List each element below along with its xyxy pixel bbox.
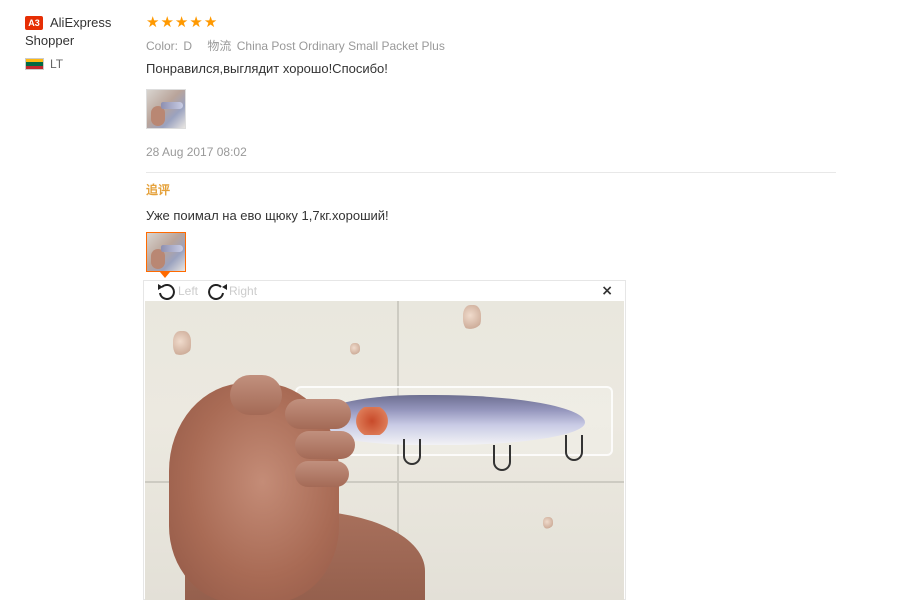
rotate-right-button[interactable]: Right — [207, 282, 257, 300]
color-value: D — [183, 39, 193, 53]
selected-thumbnail-caret-icon — [160, 272, 170, 278]
thumbnail-lure-shape — [161, 245, 183, 252]
reviewer-info: A3 AliExpress Shopper LT — [25, 14, 140, 71]
followup-label: 追评 — [146, 183, 171, 197]
review-photo-thumbnail[interactable] — [146, 89, 186, 129]
reviewer-name-line1: AliExpress — [50, 15, 112, 30]
lithuania-flag-icon — [25, 58, 44, 70]
logistics-value: China Post Ordinary Small Packet Plus — [236, 39, 445, 53]
divider — [146, 172, 836, 173]
finger-shape — [295, 461, 349, 487]
review-text: Понравился,выглядит хорошо!Спосибо! — [146, 61, 388, 76]
wall-flower-motif — [463, 305, 481, 331]
viewer-toolbar: Left Right × — [144, 281, 625, 301]
star-icon: ★ — [160, 13, 174, 31]
rotate-left-icon — [158, 284, 175, 300]
rotate-left-button[interactable]: Left — [156, 282, 198, 300]
wall-flower-motif — [173, 331, 191, 357]
star-icon: ★ — [189, 13, 203, 31]
star-icon: ★ — [146, 13, 160, 31]
reviewer-name-line2: Shopper — [25, 33, 75, 48]
rotate-right-icon — [208, 284, 228, 300]
thumbnail-hand-shape — [151, 249, 165, 269]
reviewer-country: LT — [25, 57, 140, 71]
star-icon: ★ — [203, 13, 218, 31]
review-date: 28 Aug 2017 08:02 — [146, 145, 247, 159]
treble-hook-shape — [493, 445, 511, 471]
country-code: LT — [50, 57, 64, 71]
star-rating: ★ ★ ★ ★ ★ — [146, 14, 836, 31]
reviewer-level-badge: A3 — [25, 16, 43, 30]
review-body: ★ ★ ★ ★ ★ Color: D 物流 China Post Ordinar… — [146, 14, 836, 278]
finger-shape — [285, 399, 351, 429]
wall-flower-motif — [350, 343, 360, 355]
rotate-right-label: Right — [229, 284, 258, 298]
thumbnail-hand-shape — [151, 106, 165, 126]
color-label: Color: — [146, 39, 179, 53]
followup-text: Уже поимал на ево щюку 1,7кг.хороший! — [146, 208, 389, 223]
treble-hook-shape — [565, 435, 583, 461]
thumbnail-lure-shape — [161, 102, 183, 109]
lure-gill-shape — [350, 407, 394, 435]
order-meta: Color: D 物流 China Post Ordinary Small Pa… — [146, 37, 836, 53]
reviewer-header: A3 AliExpress — [25, 14, 140, 32]
treble-hook-shape — [403, 439, 421, 465]
thumb-shape — [230, 375, 282, 415]
star-icon: ★ — [174, 13, 189, 31]
finger-shape — [295, 431, 355, 459]
photo-viewer: Left Right × — [143, 280, 626, 600]
rotate-left-label: Left — [178, 284, 199, 298]
wall-flower-motif — [543, 517, 553, 529]
enlarged-review-photo — [145, 301, 624, 600]
logistics-label: 物流 — [207, 39, 232, 53]
followup-photo-thumbnail[interactable] — [146, 232, 186, 272]
close-icon[interactable]: × — [601, 283, 613, 299]
